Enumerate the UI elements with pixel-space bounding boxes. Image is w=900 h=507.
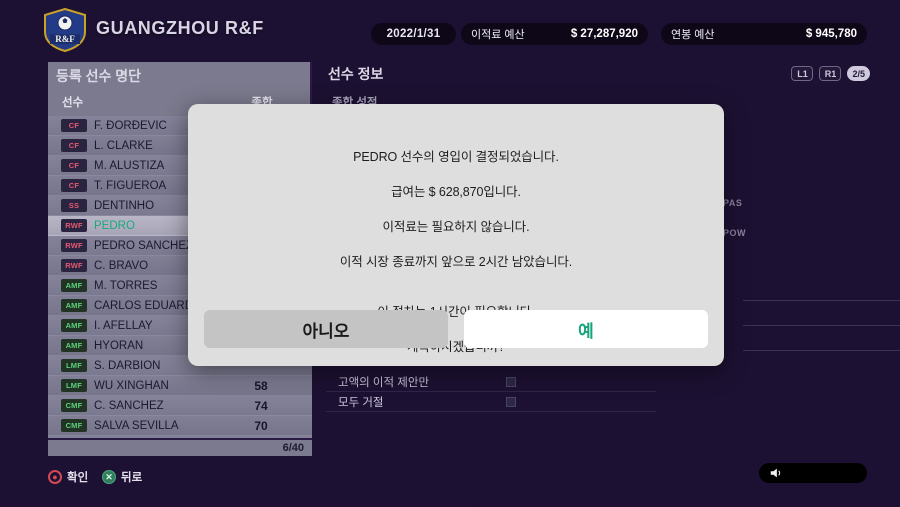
key-l1[interactable]: L1 — [791, 66, 814, 81]
table-row[interactable]: CMF SALVA SEVILLA 70 — [48, 416, 312, 436]
player-overall: 74 — [254, 398, 268, 413]
squad-list-title: 등록 선수 명단 — [56, 68, 142, 84]
position-badge: LMF — [61, 379, 87, 392]
game-date: 2022/1/31 — [371, 23, 456, 45]
player-name: WU XINGHAN — [94, 379, 169, 392]
option-row-reject-all[interactable]: 모두 거절 — [326, 392, 656, 412]
divider-wide-3 — [743, 350, 900, 351]
cross-button-icon: ✕ — [102, 470, 116, 484]
dialog-line-fee: 이적료는 필요하지 않습니다. — [382, 220, 530, 234]
player-name: C. SÁNCHEZ — [94, 399, 164, 412]
player-name: SALVA SEVILLA — [94, 419, 179, 432]
position-badge: RWF — [61, 219, 87, 232]
speaker-icon — [770, 468, 781, 478]
transfer-budget: 이적료 예산 $ 27,287,920 — [461, 23, 648, 45]
wage-budget-value: $ 945,780 — [805, 28, 857, 40]
volume-control[interactable] — [759, 463, 867, 483]
position-badge: CF — [61, 139, 87, 152]
position-badge: AMF — [61, 299, 87, 312]
position-badge: CMF — [61, 419, 87, 432]
dialog-yes-button[interactable]: 예 — [464, 310, 708, 348]
hint-back[interactable]: ✕ 뒤로 — [102, 469, 142, 485]
option-checkbox-reject-all[interactable] — [506, 396, 516, 407]
page-navigation-keys: L1 R1 2/5 — [791, 66, 870, 81]
bottom-bar: ● 확인 ✕ 뒤로 — [0, 457, 900, 507]
dialog-line-wage: 급여는 $ 628,870입니다. — [391, 185, 521, 199]
hint-confirm[interactable]: ● 확인 — [48, 469, 88, 485]
wage-budget: 연봉 예산 $ 945,780 — [661, 23, 867, 45]
option-row-high-offers-only[interactable]: 고액의 이적 제안만 — [326, 372, 656, 392]
position-badge: AMF — [61, 319, 87, 332]
option-label-high-offers-only: 고액의 이적 제안만 — [338, 376, 430, 389]
dialog-line-window-time: 이적 시장 종료까지 앞으로 2시간 남았습니다. — [339, 255, 573, 269]
position-badge: CF — [61, 159, 87, 172]
position-badge: CF — [61, 119, 87, 132]
transfer-confirmation-dialog: PEDRO 선수의 영입이 결정되었습니다. 급여는 $ 628,870입니다.… — [188, 104, 724, 366]
dialog-line-signing: PEDRO 선수의 영입이 결정되었습니다. — [353, 150, 559, 164]
divider-wide-2 — [743, 325, 900, 326]
club-name: GUANGZHOU R&F — [96, 18, 264, 38]
stat-label-pas: PAS — [723, 198, 743, 208]
position-badge: CF — [61, 179, 87, 192]
position-badge: RWF — [61, 259, 87, 272]
option-label-reject-all: 모두 거절 — [338, 396, 384, 409]
position-badge: SS — [61, 199, 87, 212]
top-bar: R&F GUANGZHOU R&F 2022/1/31 이적료 예산 $ 27,… — [0, 0, 900, 56]
position-badge: AMF — [61, 339, 87, 352]
transfer-budget-label: 이적료 예산 — [471, 29, 525, 41]
position-badge: RWF — [61, 239, 87, 252]
player-overall: 70 — [254, 418, 268, 433]
hint-confirm-label: 확인 — [67, 472, 89, 484]
squad-counter: 6/40 — [48, 438, 312, 456]
player-overall: 58 — [254, 378, 268, 393]
position-badge: AMF — [61, 279, 87, 292]
club-crest-icon: R&F — [42, 8, 88, 52]
page-indicator: 2/5 — [847, 66, 870, 81]
table-row[interactable]: CMF C. SÁNCHEZ 74 — [48, 396, 312, 416]
table-row[interactable]: LMF WU XINGHAN 58 — [48, 376, 312, 396]
hint-back-label: 뒤로 — [121, 472, 143, 484]
wage-budget-label: 연봉 예산 — [671, 29, 715, 41]
dialog-button-group: 아니오 예 — [204, 310, 708, 348]
divider-wide-1 — [743, 300, 900, 301]
player-info-title: 선수 정보 — [328, 66, 384, 82]
key-r1[interactable]: R1 — [819, 66, 842, 81]
position-badge: CMF — [61, 399, 87, 412]
crest-text: R&F — [55, 34, 75, 44]
stat-label-pow: POW — [723, 228, 746, 238]
option-checkbox-high-offers-only[interactable] — [506, 376, 516, 387]
circle-button-icon: ● — [48, 470, 62, 484]
dialog-no-button[interactable]: 아니오 — [204, 310, 448, 348]
position-badge: LMF — [61, 359, 87, 372]
transfer-budget-value: $ 27,287,920 — [570, 28, 638, 40]
